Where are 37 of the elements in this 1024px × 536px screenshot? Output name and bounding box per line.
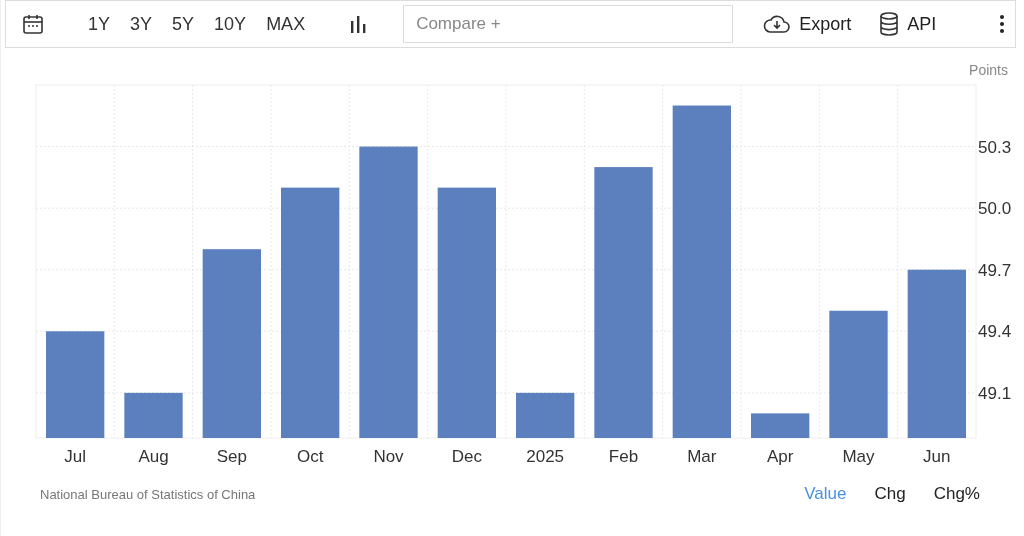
view-tab[interactable]: Chg — [874, 484, 906, 504]
x-axis-label: Aug — [138, 447, 169, 466]
api-button[interactable]: API — [879, 12, 937, 36]
x-axis-label: Nov — [373, 447, 404, 466]
export-button[interactable]: Export — [763, 13, 852, 35]
range-button[interactable]: MAX — [258, 13, 314, 35]
more-icon[interactable] — [999, 14, 1005, 34]
x-axis-label: Jul — [64, 447, 87, 466]
cloud-download-icon — [763, 14, 792, 34]
y-axis-label: 50.3 — [978, 137, 1012, 157]
x-axis-label: Apr — [766, 447, 794, 466]
x-axis-label: Feb — [608, 447, 639, 466]
range-button[interactable]: 5Y — [164, 13, 203, 35]
x-axis-label: Jun — [923, 447, 951, 466]
y-axis-label: 49.1 — [978, 383, 1012, 403]
compare-field[interactable]: Compare + — [403, 5, 734, 43]
calendar-icon[interactable] — [22, 13, 44, 35]
bar — [124, 392, 183, 438]
x-axis-label: May — [842, 447, 875, 466]
unit-label: Points — [969, 62, 1008, 74]
y-axis-label: 49.4 — [978, 322, 1012, 342]
range-button[interactable]: 3Y — [122, 13, 161, 35]
range-button[interactable]: 1Y — [80, 13, 119, 35]
y-axis-label: 49.7 — [978, 260, 1012, 280]
bar — [751, 413, 810, 438]
view-tab[interactable]: Chg% — [933, 484, 980, 504]
range-button[interactable]: 10Y — [206, 13, 255, 35]
x-axis-label: 2025 — [526, 447, 565, 466]
bar — [516, 392, 575, 438]
x-axis-label: Sep — [216, 447, 247, 466]
x-axis-label: Dec — [451, 447, 482, 466]
x-axis-label: Oct — [296, 447, 324, 466]
y-axis-label: 50.0 — [978, 199, 1012, 219]
x-axis-label: Mar — [687, 447, 717, 466]
bar-chart-icon[interactable] — [349, 15, 368, 33]
source-label: National Bureau of Statistics of China — [40, 486, 256, 502]
database-icon — [879, 12, 900, 36]
